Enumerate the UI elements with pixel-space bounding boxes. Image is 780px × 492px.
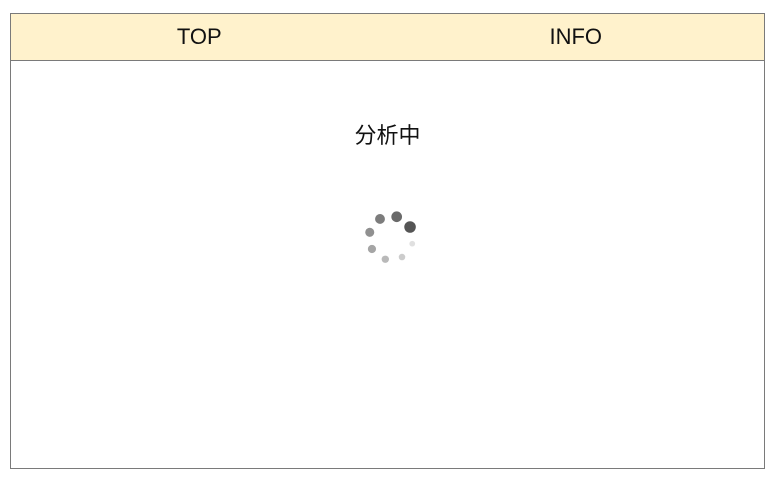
status-text: 分析中: [354, 124, 421, 149]
spinner-dot: [367, 244, 377, 254]
tab-top[interactable]: TOP: [11, 14, 388, 60]
spinner-dot: [404, 221, 416, 233]
tab-info[interactable]: INFO: [388, 14, 765, 60]
spinner-dot: [398, 253, 406, 261]
tab-bar: TOP INFO: [11, 14, 764, 61]
spinner-dot: [381, 255, 389, 263]
spinner-dot: [409, 240, 416, 247]
spinner-dot: [375, 214, 385, 224]
app-window: TOP INFO 分析中: [10, 13, 765, 469]
spinner-dot: [391, 211, 403, 223]
spinner-dot: [365, 227, 375, 237]
loading-spinner-icon: [365, 211, 416, 263]
